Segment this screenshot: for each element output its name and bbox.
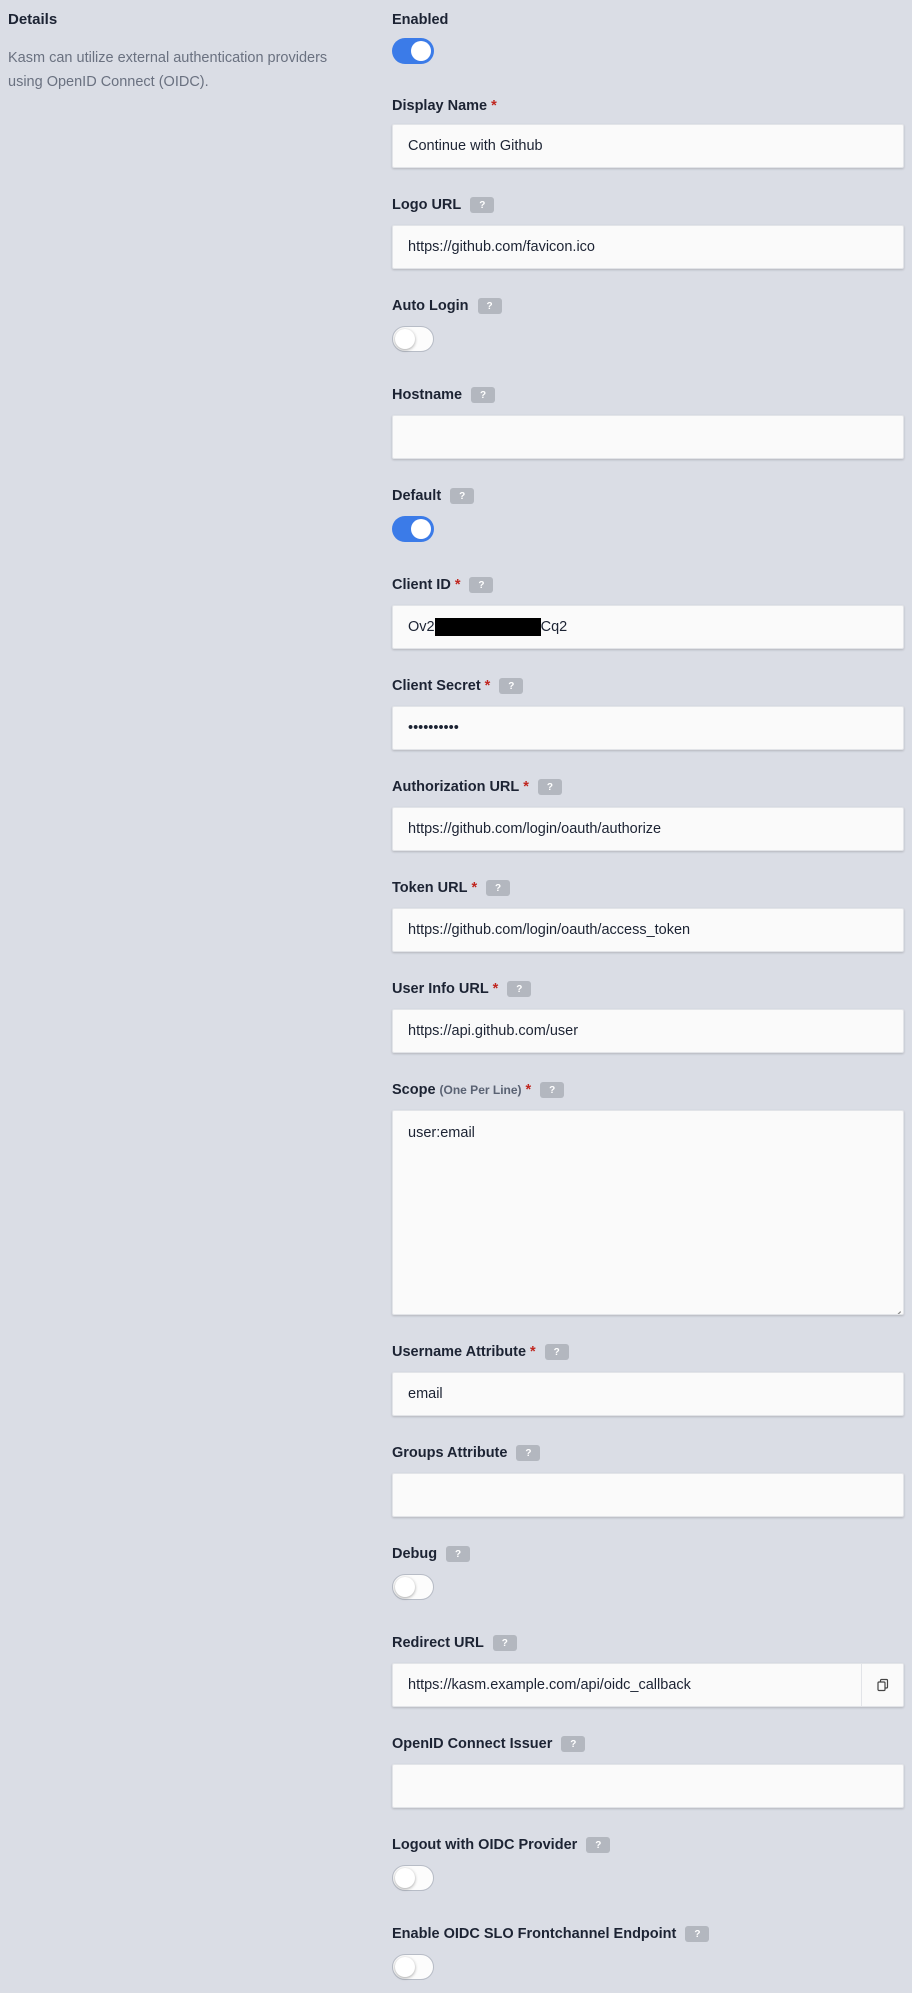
details-description: Kasm can utilize external authentication…	[8, 50, 328, 90]
details-title: Details	[8, 11, 58, 28]
help-icon[interactable]: ?	[470, 197, 495, 213]
help-icon[interactable]: ?	[450, 488, 475, 504]
redirect-url-label: Redirect URL?	[392, 1634, 517, 1652]
hostname-input[interactable]	[392, 415, 904, 459]
username-attribute-label: Username Attribute *?	[392, 1343, 569, 1361]
default-toggle[interactable]	[392, 516, 434, 542]
help-icon[interactable]: ?	[544, 1344, 569, 1360]
display-name-label: Display Name *	[392, 98, 497, 114]
slo-frontchannel-label: Enable OIDC SLO Frontchannel Endpoint?	[392, 1925, 710, 1943]
required-marker: *	[492, 981, 499, 997]
help-icon[interactable]: ?	[486, 880, 511, 896]
help-icon[interactable]: ?	[471, 387, 496, 403]
username-attribute-input[interactable]: email	[392, 1372, 904, 1416]
required-marker: *	[525, 1082, 532, 1098]
debug-toggle[interactable]	[392, 1574, 434, 1600]
default-label: Default?	[392, 487, 475, 505]
help-icon[interactable]: ?	[507, 981, 532, 997]
toggle-knob	[395, 1868, 415, 1888]
scope-textarea[interactable]: user:email	[392, 1110, 904, 1315]
debug-label: Debug?	[392, 1545, 471, 1563]
logout-with-provider-toggle[interactable]	[392, 1865, 434, 1891]
help-icon[interactable]: ?	[477, 298, 502, 314]
client-id-label: Client ID *?	[392, 576, 494, 594]
logo-url-label: Logo URL?	[392, 196, 495, 214]
help-icon[interactable]: ?	[499, 678, 524, 694]
client-secret-label: Client Secret *?	[392, 677, 524, 695]
required-marker: *	[523, 779, 529, 795]
toggle-knob	[395, 1957, 415, 1977]
help-icon[interactable]: ?	[586, 1837, 611, 1853]
authorization-url-label: Authorization URL *?	[392, 778, 562, 796]
auto-login-toggle[interactable]	[392, 326, 434, 352]
token-url-input[interactable]: https://github.com/login/oauth/access_to…	[392, 908, 904, 952]
required-marker: *	[484, 678, 491, 694]
groups-attribute-input[interactable]	[392, 1473, 904, 1517]
scope-sublabel: (One Per Line)	[439, 1083, 522, 1097]
token-url-label: Token URL *?	[392, 879, 511, 897]
help-icon[interactable]: ?	[561, 1736, 586, 1752]
client-id-input[interactable]: Ov2 Cq2	[392, 605, 904, 649]
scope-label: Scope (One Per Line) *?	[392, 1081, 565, 1099]
redirect-url-input[interactable]: https://kasm.example.com/api/oidc_callba…	[392, 1663, 904, 1707]
required-marker: *	[454, 577, 461, 593]
enabled-label: Enabled	[392, 12, 449, 28]
oidc-issuer-input[interactable]	[392, 1764, 904, 1808]
hostname-label: Hostname?	[392, 386, 496, 404]
toggle-knob	[395, 1577, 415, 1597]
help-icon[interactable]: ?	[469, 577, 494, 593]
required-marker: *	[530, 1344, 536, 1360]
copy-icon	[876, 1678, 888, 1692]
help-icon[interactable]: ?	[685, 1926, 710, 1942]
toggle-knob	[395, 329, 415, 349]
slo-frontchannel-toggle[interactable]	[392, 1954, 434, 1980]
toggle-knob	[411, 519, 431, 539]
help-icon[interactable]: ?	[537, 779, 562, 795]
auto-login-label: Auto Login?	[392, 297, 502, 315]
required-marker: *	[491, 98, 497, 114]
enabled-toggle[interactable]	[392, 38, 434, 64]
redaction-block	[434, 618, 541, 636]
user-info-url-input[interactable]: https://api.github.com/user	[392, 1009, 904, 1053]
toggle-knob	[411, 41, 431, 61]
user-info-url-label: User Info URL *?	[392, 980, 532, 998]
logo-url-input[interactable]: https://github.com/favicon.ico	[392, 225, 904, 269]
help-icon[interactable]: ?	[540, 1082, 565, 1098]
required-marker: *	[471, 880, 478, 896]
help-icon[interactable]: ?	[492, 1635, 517, 1651]
resize-handle-icon[interactable]	[893, 1304, 901, 1312]
client-secret-input[interactable]: ••••••••••	[392, 706, 904, 750]
oidc-issuer-label: OpenID Connect Issuer?	[392, 1735, 586, 1753]
help-icon[interactable]: ?	[516, 1445, 541, 1461]
groups-attribute-label: Groups Attribute?	[392, 1444, 541, 1462]
display-name-input[interactable]: Continue with Github	[392, 124, 904, 168]
authorization-url-input[interactable]: https://github.com/login/oauth/authorize	[392, 807, 904, 851]
copy-button[interactable]	[861, 1664, 903, 1706]
logout-with-provider-label: Logout with OIDC Provider?	[392, 1836, 611, 1854]
help-icon[interactable]: ?	[446, 1546, 471, 1562]
